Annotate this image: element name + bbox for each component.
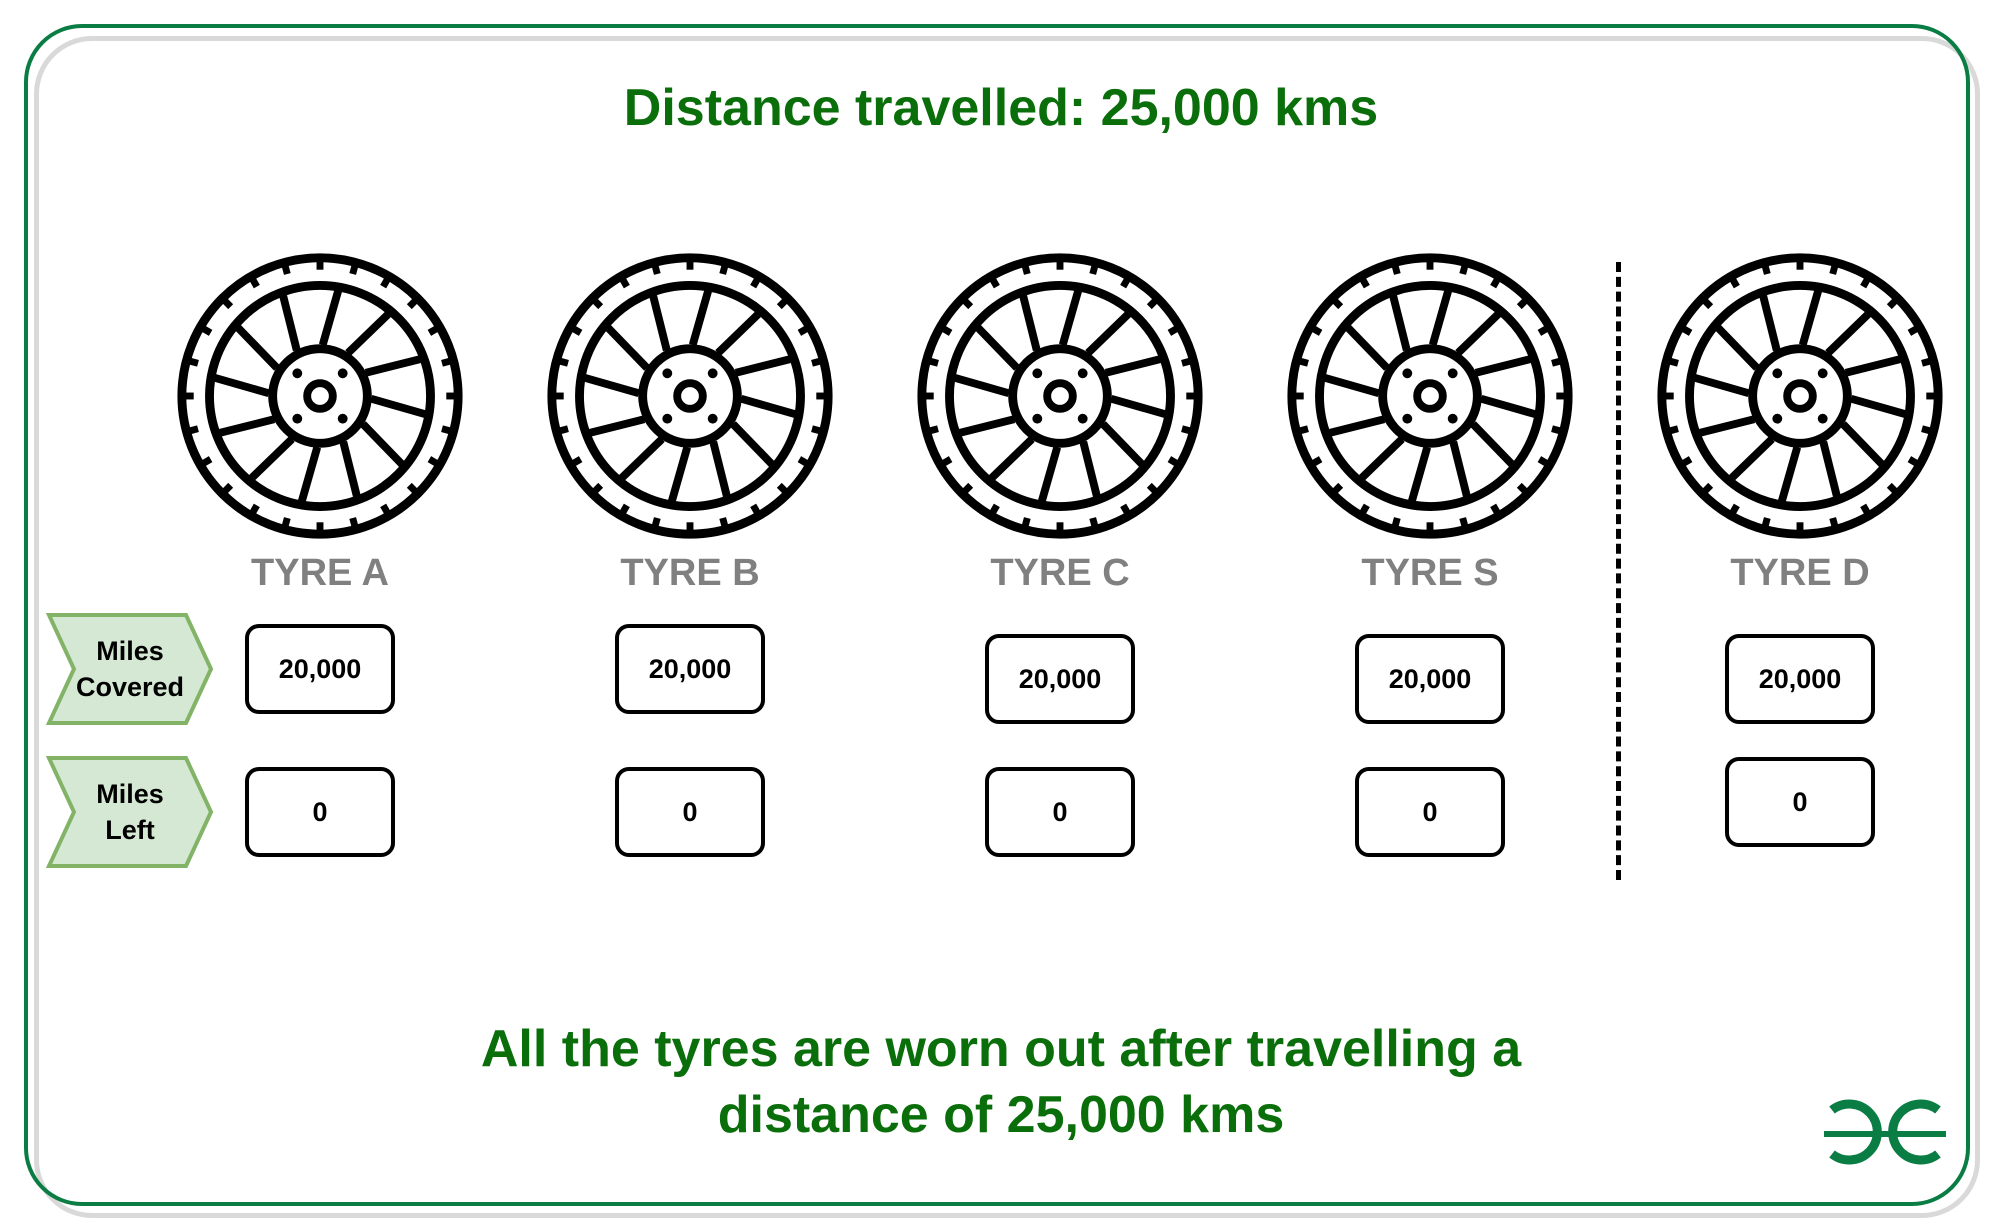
miles-left-value: 0 <box>615 767 765 857</box>
miles-covered-value: 20,000 <box>1725 634 1875 724</box>
conclusion-line-2: distance of 25,000 kms <box>717 1086 1285 1144</box>
tyre-label: TYRE A <box>251 552 389 594</box>
miles-left-tag: Miles Left <box>46 755 214 869</box>
diagram-title: Distance travelled: 25,000 kms <box>623 79 1379 137</box>
miles-covered-value: 20,000 <box>245 624 395 714</box>
tyre-label: TYRE B <box>620 552 760 594</box>
miles-covered-value: 20,000 <box>985 634 1135 724</box>
conclusion-line-1: All the tyres are worn out after travell… <box>480 1020 1522 1078</box>
miles-left-label-line2: Left <box>105 815 155 845</box>
conclusion-text: All the tyres are worn out after travell… <box>0 1016 2002 1148</box>
miles-left-label-line1: Miles <box>96 779 164 809</box>
tyre-wheel-icon <box>542 248 838 544</box>
miles-left-value: 0 <box>245 767 395 857</box>
dashed-divider <box>1616 262 1621 880</box>
miles-left-value: 0 <box>1725 757 1875 847</box>
miles-covered-tag: Miles Covered <box>46 612 214 726</box>
tyre-label: TYRE S <box>1361 552 1499 594</box>
miles-left-value: 0 <box>1355 767 1505 857</box>
miles-covered-value: 20,000 <box>615 624 765 714</box>
tyre-wheel-icon <box>912 248 1208 544</box>
miles-covered-value: 20,000 <box>1355 634 1505 724</box>
tyre-label: TYRE D <box>1730 552 1870 594</box>
geeksforgeeks-logo-icon <box>1824 1099 1946 1165</box>
miles-left-value: 0 <box>985 767 1135 857</box>
tyre-wheel-icon <box>1652 248 1948 544</box>
tyre-label: TYRE C <box>990 552 1130 594</box>
miles-covered-label-line1: Miles <box>96 636 164 666</box>
miles-covered-label-line2: Covered <box>75 672 185 702</box>
tyre-wheel-icon <box>172 248 468 544</box>
tyre-wheel-icon <box>1282 248 1578 544</box>
